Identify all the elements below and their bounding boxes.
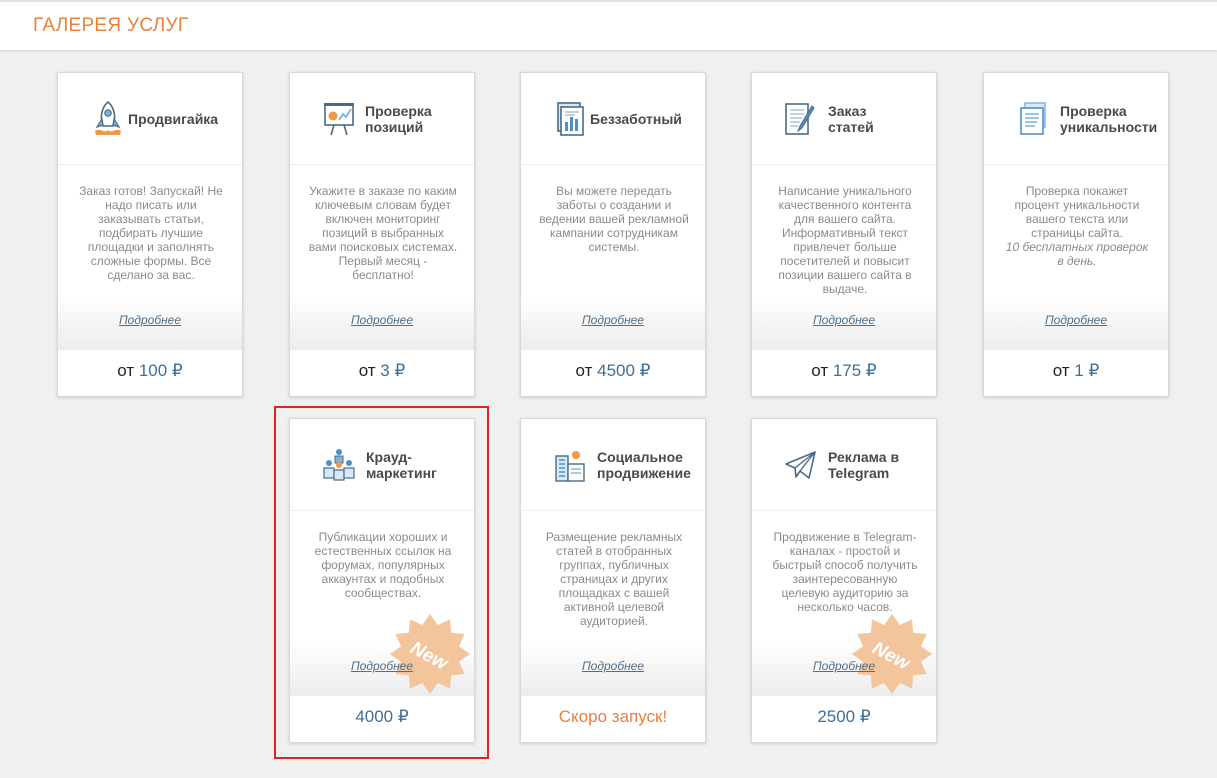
card-title: Продвигайка [128, 111, 219, 127]
more-link[interactable]: Подробнее [752, 313, 936, 327]
description-text: Проверка покажет процент уникальности ва… [1014, 184, 1140, 240]
card-description: Написание уникального качественного конт… [778, 184, 912, 296]
card-header: Социальное продвижение [521, 419, 705, 511]
card-price: 2500 ₽ [752, 707, 936, 727]
card-description: Проверка покажет процент уникальности ва… [1002, 184, 1152, 268]
card-header: Реклама в Telegram [752, 419, 936, 511]
card-description: Заказ готов! Запускай! Не надо писать ил… [79, 184, 223, 282]
price-value: 4500 ₽ [597, 361, 651, 380]
card-header: Проверка позиций [290, 73, 474, 165]
service-card-articles: Заказ статей Написание уникального качес… [751, 72, 937, 397]
price-prefix: от [575, 361, 593, 380]
new-badge: New [852, 614, 932, 694]
card-price: от 1 ₽ [984, 361, 1168, 381]
presentation-chart-icon [324, 103, 354, 136]
more-link[interactable]: Подробнее [752, 659, 936, 673]
card-header: Беззаботный [521, 73, 705, 165]
documents-stack-icon [1020, 102, 1046, 135]
card-title: Заказ статей [828, 103, 874, 135]
price-value: 1 ₽ [1074, 361, 1100, 380]
card-description: Продвижение в Telegram-каналах - простой… [772, 530, 918, 614]
service-card-social: Социальное продвижение Размещение реклам… [520, 418, 706, 743]
price-value: 175 ₽ [832, 361, 877, 380]
price-prefix: от [811, 361, 829, 380]
card-title: Социальное продвижение [597, 449, 691, 481]
price-prefix: от [117, 361, 135, 380]
service-card-position-check: Проверка позиций Укажите в заказе по как… [289, 72, 475, 397]
service-card-bezzabotny: Беззаботный Вы можете передать заботы о … [520, 72, 706, 397]
card-title: Проверка позиций [365, 103, 432, 135]
more-link[interactable]: Подробнее [521, 313, 705, 327]
price-value: 2500 ₽ [817, 707, 871, 726]
selection-highlight [274, 406, 489, 759]
price-value: 100 ₽ [138, 361, 183, 380]
report-document-icon [557, 102, 584, 136]
card-header: Проверка уникальности [984, 73, 1168, 165]
article-pen-icon [785, 103, 815, 135]
card-description: Размещение рекламных статей в отобранных… [545, 530, 683, 628]
card-price: от 3 ₽ [290, 361, 474, 381]
card-header: Заказ статей [752, 73, 936, 165]
telegram-plane-icon [785, 451, 816, 479]
service-card-telegram: Реклама в Telegram Продвижение в Telegra… [751, 418, 937, 743]
more-link[interactable]: Подробнее [984, 313, 1168, 327]
card-title: Проверка уникальности [1060, 103, 1158, 135]
page-header: ГАЛЕРЕЯ УСЛУГ [0, 0, 1217, 50]
card-description: Вы можете передать заботы о создании и в… [539, 184, 689, 254]
service-card-prodvigayka: Продвигайка Заказ готов! Запускай! Не на… [57, 72, 243, 397]
buildings-icon [555, 451, 585, 482]
card-price: от 175 ₽ [752, 361, 936, 381]
card-title: Беззаботный [590, 111, 682, 127]
more-link[interactable]: Подробнее [290, 313, 474, 327]
rocket-icon [95, 100, 121, 135]
card-description: Укажите в заказе по каким ключевым слова… [308, 184, 458, 282]
card-price: от 4500 ₽ [521, 361, 705, 381]
card-title: Реклама в Telegram [828, 449, 900, 481]
card-price: Скоро запуск! [558, 707, 668, 726]
card-price: от 100 ₽ [58, 361, 242, 381]
price-value: 3 ₽ [380, 361, 406, 380]
price-prefix: от [358, 361, 376, 380]
card-header: Продвигайка [58, 73, 242, 165]
description-note: 10 бесплатных проверок в день. [1005, 240, 1149, 268]
price-prefix: от [1052, 361, 1070, 380]
more-link[interactable]: Подробнее [58, 313, 242, 327]
page-title: ГАЛЕРЕЯ УСЛУГ [33, 15, 189, 36]
service-card-uniqueness: Проверка уникальности Проверка покажет п… [983, 72, 1169, 397]
more-link[interactable]: Подробнее [521, 659, 705, 673]
